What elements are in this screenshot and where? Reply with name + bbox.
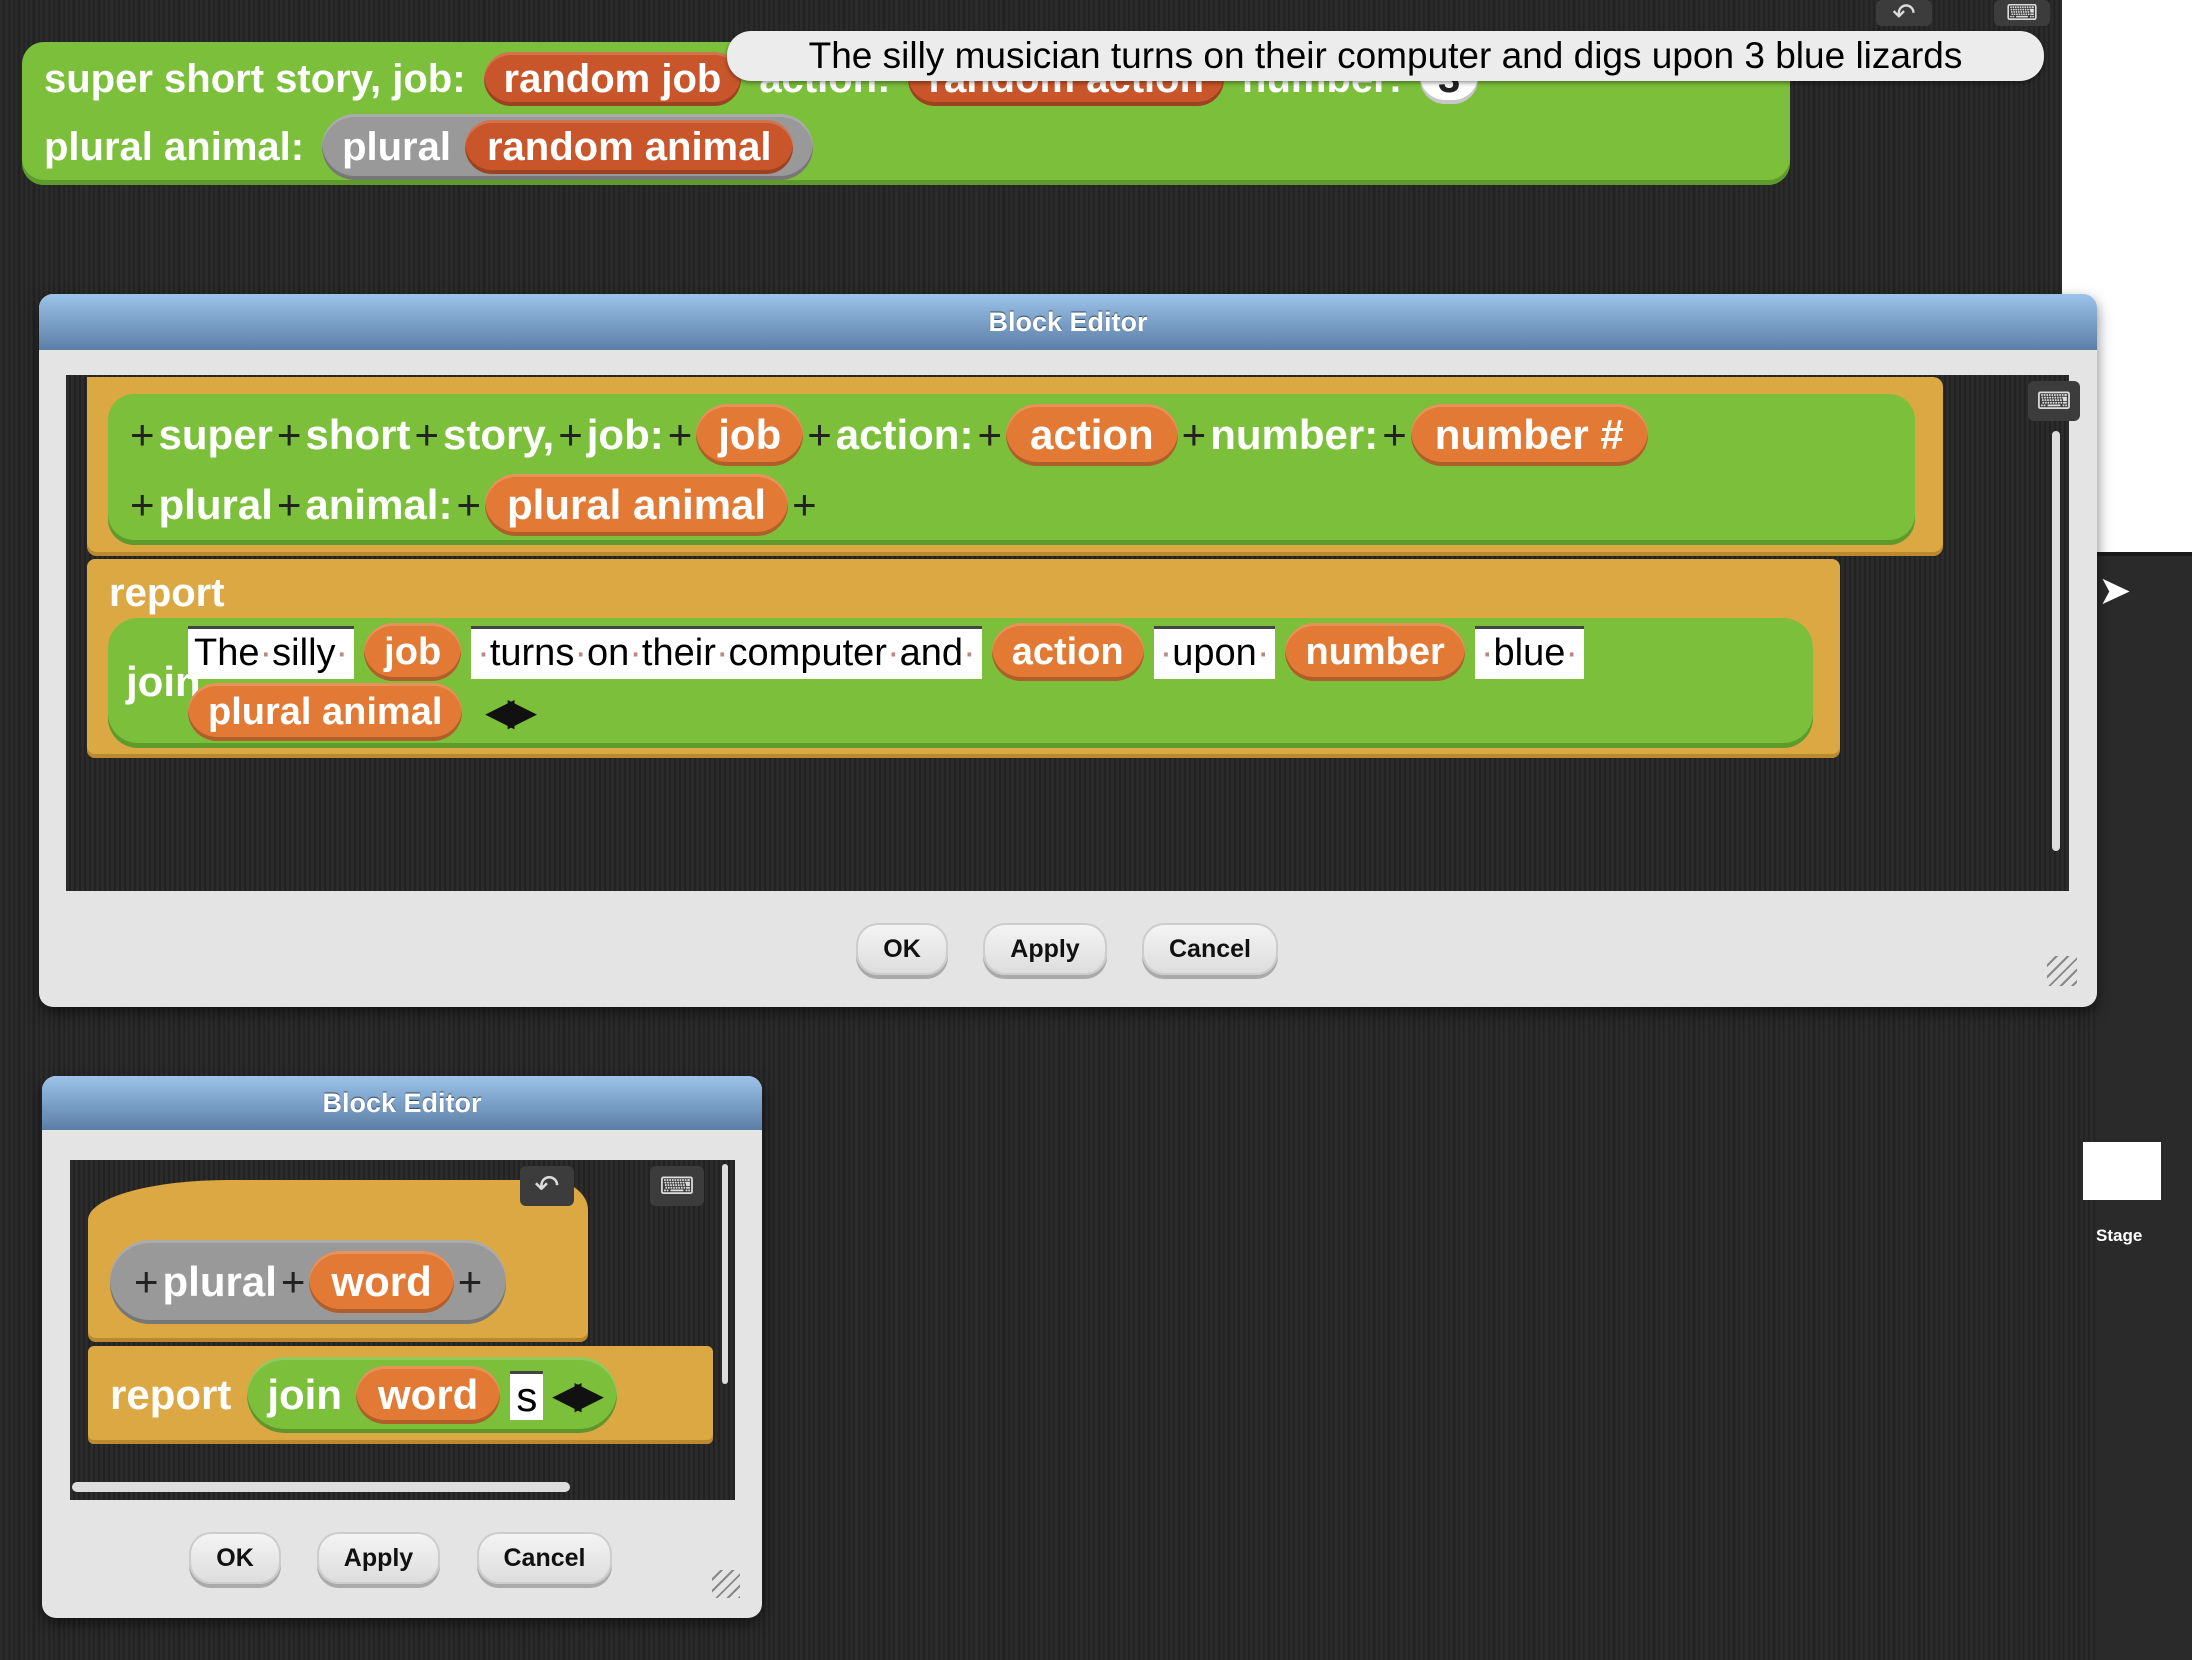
- text-slot[interactable]: · turns · on · their · computer · and ·: [471, 625, 982, 679]
- plural-reporter[interactable]: plural random animal: [322, 114, 814, 180]
- add-input-icon[interactable]: +: [130, 481, 155, 529]
- join-label: join: [267, 1371, 343, 1418]
- ok-button[interactable]: OK: [856, 923, 948, 975]
- vertical-scrollbar[interactable]: [722, 1164, 728, 1384]
- label-fragment[interactable]: short: [305, 411, 410, 459]
- report-label: report: [109, 571, 225, 615]
- label-fragment[interactable]: number:: [1210, 411, 1378, 459]
- apply-button[interactable]: Apply: [317, 1532, 440, 1584]
- add-input-icon[interactable]: +: [807, 411, 832, 459]
- report-label: report: [110, 1371, 232, 1418]
- add-input-icon[interactable]: +: [414, 411, 439, 459]
- keyboard-icon[interactable]: ⌨: [650, 1166, 704, 1206]
- block-editor-dialog-small: Block Editor + plural + word + report jo…: [42, 1076, 762, 1618]
- plural-label: plural: [342, 124, 451, 169]
- resize-handle-icon[interactable]: [2047, 956, 2077, 986]
- text-slot[interactable]: s: [510, 1370, 544, 1420]
- vertical-scrollbar[interactable]: [2052, 431, 2060, 851]
- param-job[interactable]: job: [696, 404, 804, 466]
- var-plural-animal[interactable]: plural animal: [188, 683, 463, 741]
- tooltip-text: The silly musician turns on their comput…: [808, 35, 1963, 76]
- stage-thumbnail[interactable]: [2083, 1142, 2161, 1200]
- block-prototype[interactable]: + super + short + story, + job: + job + actio…: [108, 394, 1915, 545]
- variadic-arrows-icon[interactable]: ◀▶: [486, 691, 535, 733]
- text-slot[interactable]: · upon ·: [1153, 625, 1276, 679]
- label-fragment[interactable]: job:: [587, 411, 664, 459]
- add-input-icon[interactable]: +: [281, 1258, 306, 1306]
- keyboard-icon[interactable]: ⌨: [1994, 0, 2050, 26]
- dialog-title[interactable]: Block Editor: [42, 1076, 762, 1130]
- result-tooltip: The silly musician turns on their comput…: [727, 31, 2044, 81]
- random-job-reporter[interactable]: random job: [483, 52, 742, 106]
- add-input-icon[interactable]: +: [977, 411, 1002, 459]
- var-word[interactable]: word: [356, 1366, 501, 1424]
- add-input-icon[interactable]: +: [558, 411, 583, 459]
- report-block[interactable]: report join word s ◀▶: [88, 1346, 713, 1444]
- add-input-icon[interactable]: +: [792, 481, 817, 529]
- block-prototype[interactable]: + plural + word +: [110, 1240, 507, 1324]
- undo-icon[interactable]: ↶: [1876, 0, 1932, 29]
- text-slot[interactable]: · blue ·: [1474, 625, 1585, 679]
- var-job[interactable]: job: [364, 623, 462, 681]
- sidebar-panel: [2097, 552, 2192, 1660]
- join-block[interactable]: join The · silly · job · turns · on · their · comp…: [108, 618, 1813, 748]
- add-input-icon[interactable]: +: [458, 1258, 483, 1306]
- resize-handle-icon[interactable]: [712, 1570, 740, 1598]
- block-editor-dialog: Block Editor + super + short + story, + job:…: [39, 294, 2097, 1007]
- add-input-icon[interactable]: +: [456, 481, 481, 529]
- param-number[interactable]: number #: [1410, 404, 1648, 466]
- var-action[interactable]: action: [991, 623, 1144, 681]
- add-input-icon[interactable]: +: [277, 411, 302, 459]
- add-input-icon[interactable]: +: [668, 411, 693, 459]
- block-label: plural animal:: [44, 124, 305, 169]
- add-input-icon[interactable]: +: [1182, 411, 1207, 459]
- script-canvas[interactable]: + plural + word + report join word s ◀▶ …: [70, 1160, 735, 1500]
- text-slot[interactable]: The · silly ·: [188, 625, 355, 679]
- label-fragment[interactable]: story,: [443, 411, 554, 459]
- add-input-icon[interactable]: +: [134, 1258, 159, 1306]
- label-fragment[interactable]: plural: [159, 481, 273, 529]
- param-plural-animal[interactable]: plural animal: [485, 474, 789, 536]
- block-label: super short story, job:: [44, 56, 466, 101]
- add-input-icon[interactable]: +: [130, 411, 155, 459]
- ok-button[interactable]: OK: [189, 1532, 281, 1584]
- stage-label: Stage: [2096, 1226, 2143, 1245]
- horizontal-scrollbar[interactable]: [72, 1482, 570, 1492]
- cancel-button[interactable]: Cancel: [1142, 923, 1278, 975]
- param-word[interactable]: word: [309, 1251, 454, 1313]
- param-action[interactable]: action: [1005, 404, 1178, 466]
- label-fragment[interactable]: animal:: [305, 481, 452, 529]
- keyboard-icon[interactable]: ⌨: [2028, 381, 2080, 421]
- script-canvas[interactable]: + super + short + story, + job: + job + actio…: [66, 375, 2080, 891]
- label-fragment[interactable]: action:: [836, 411, 974, 459]
- undo-icon[interactable]: ↶: [520, 1166, 574, 1206]
- green-flag-button[interactable]: ➤: [2098, 568, 2132, 614]
- add-input-icon[interactable]: +: [277, 481, 302, 529]
- var-number[interactable]: number: [1285, 623, 1465, 681]
- label-fragment[interactable]: super: [159, 411, 273, 459]
- join-block[interactable]: join word s ◀▶: [247, 1357, 617, 1433]
- add-input-icon[interactable]: +: [1382, 411, 1407, 459]
- report-block[interactable]: report join The · silly · job · turns · on · the…: [87, 559, 1840, 758]
- random-animal-reporter[interactable]: random animal: [464, 120, 794, 174]
- label-fragment[interactable]: plural: [163, 1258, 277, 1306]
- apply-button[interactable]: Apply: [983, 923, 1107, 975]
- dialog-title[interactable]: Block Editor: [39, 294, 2097, 350]
- cancel-button[interactable]: Cancel: [477, 1532, 612, 1584]
- variadic-arrows-icon[interactable]: ◀▶: [553, 1374, 602, 1416]
